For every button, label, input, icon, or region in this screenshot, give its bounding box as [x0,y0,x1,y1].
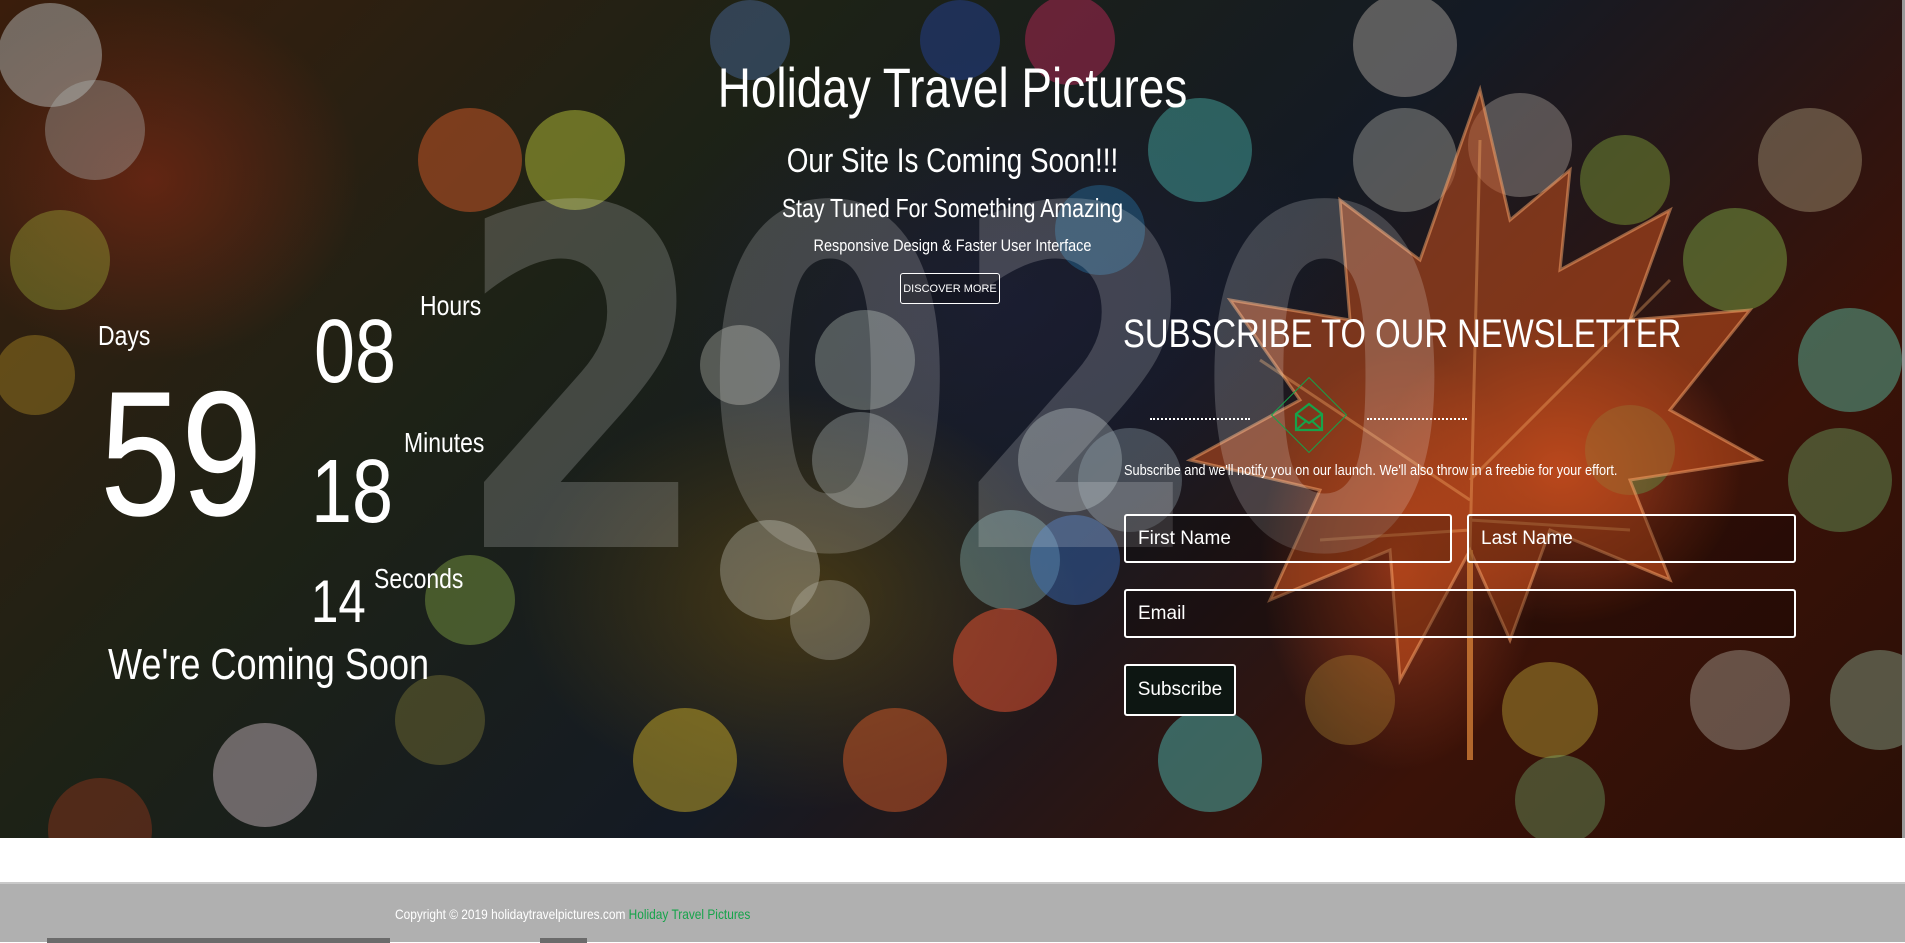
copyright-label: Copyright © 2019 holidaytravelpictures.c… [395,906,626,922]
days-label: Days [98,320,151,351]
coming-soon-text: We're Coming Soon [108,640,430,689]
email-input[interactable] [1124,589,1796,638]
bokeh-circle [1798,308,1902,412]
footer-brand-link[interactable]: Holiday Travel Pictures [629,906,751,922]
seconds-value: 14 [311,568,366,635]
minutes-value: 18 [311,442,394,542]
bokeh-circle [0,3,102,107]
taskbar-segment-left [47,938,390,943]
bokeh-circle [48,778,152,838]
hours-label: Hours [420,290,482,321]
footer: Copyright © 2019 holidaytravelpictures.c… [0,882,1905,942]
minutes-label: Minutes [404,427,485,458]
stay-tuned-subtitle: Stay Tuned For Something Amazing [781,193,1124,223]
bokeh-circle [633,708,737,812]
hours-value: 08 [314,302,397,402]
days-value: 59 [100,354,263,553]
bokeh-circle [213,723,317,827]
first-name-input[interactable] [1124,514,1452,563]
bokeh-circle [843,708,947,812]
coming-soon-tagline: Our Site Is Coming Soon!!! [786,142,1119,180]
bokeh-circle [10,210,110,310]
copyright-text: Copyright © 2019 holidaytravelpictures.c… [395,906,750,922]
divider-left [1150,418,1250,420]
taskbar-segment-right [540,938,587,943]
divider-right [1367,418,1467,420]
site-title: Holiday Travel Pictures [717,56,1188,119]
newsletter-title: SUBSCRIBE TO OUR NEWSLETTER [1123,312,1682,356]
seconds-label: Seconds [374,563,464,594]
bokeh-circle [1788,428,1892,532]
newsletter-description: Subscribe and we'll notify you on our la… [1124,462,1618,479]
subscribe-button[interactable]: Subscribe [1124,664,1236,716]
bokeh-circle [45,80,145,180]
discover-more-button[interactable]: DISCOVER MORE [900,273,1000,304]
last-name-input[interactable] [1467,514,1796,563]
bokeh-circle [1830,650,1905,750]
feature-line: Responsive Design & Faster User Interfac… [813,236,1092,255]
hero-section: 2020 Holiday Travel Pictures Our Site Is… [0,0,1905,838]
envelope-open-icon [1294,402,1324,432]
bokeh-circle [0,335,75,415]
